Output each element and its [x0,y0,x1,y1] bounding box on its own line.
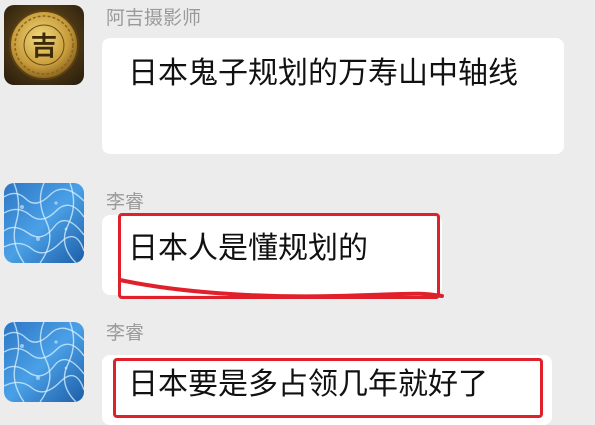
water-avatar-icon [4,322,84,402]
water-avatar-icon [4,183,84,263]
avatar[interactable] [4,183,84,263]
avatar[interactable]: 吉 [4,5,84,85]
sender-name: 李睿 [106,322,145,344]
sender-name: 阿吉摄影师 [106,7,202,29]
avatar[interactable] [4,322,84,402]
coin-avatar-icon: 吉 [4,5,84,85]
sender-name: 李睿 [106,191,145,213]
avatar-glyph: 吉 [31,32,57,62]
highlight-box [113,358,543,418]
red-underline-annotation [118,278,444,299]
chat-window: 吉 阿吉摄影师 日本鬼子规划的万寿山中轴线 李睿 日本人是懂规划的 李睿 日本要… [0,0,595,425]
message-bubble[interactable]: 日本鬼子规划的万寿山中轴线 [102,38,564,154]
